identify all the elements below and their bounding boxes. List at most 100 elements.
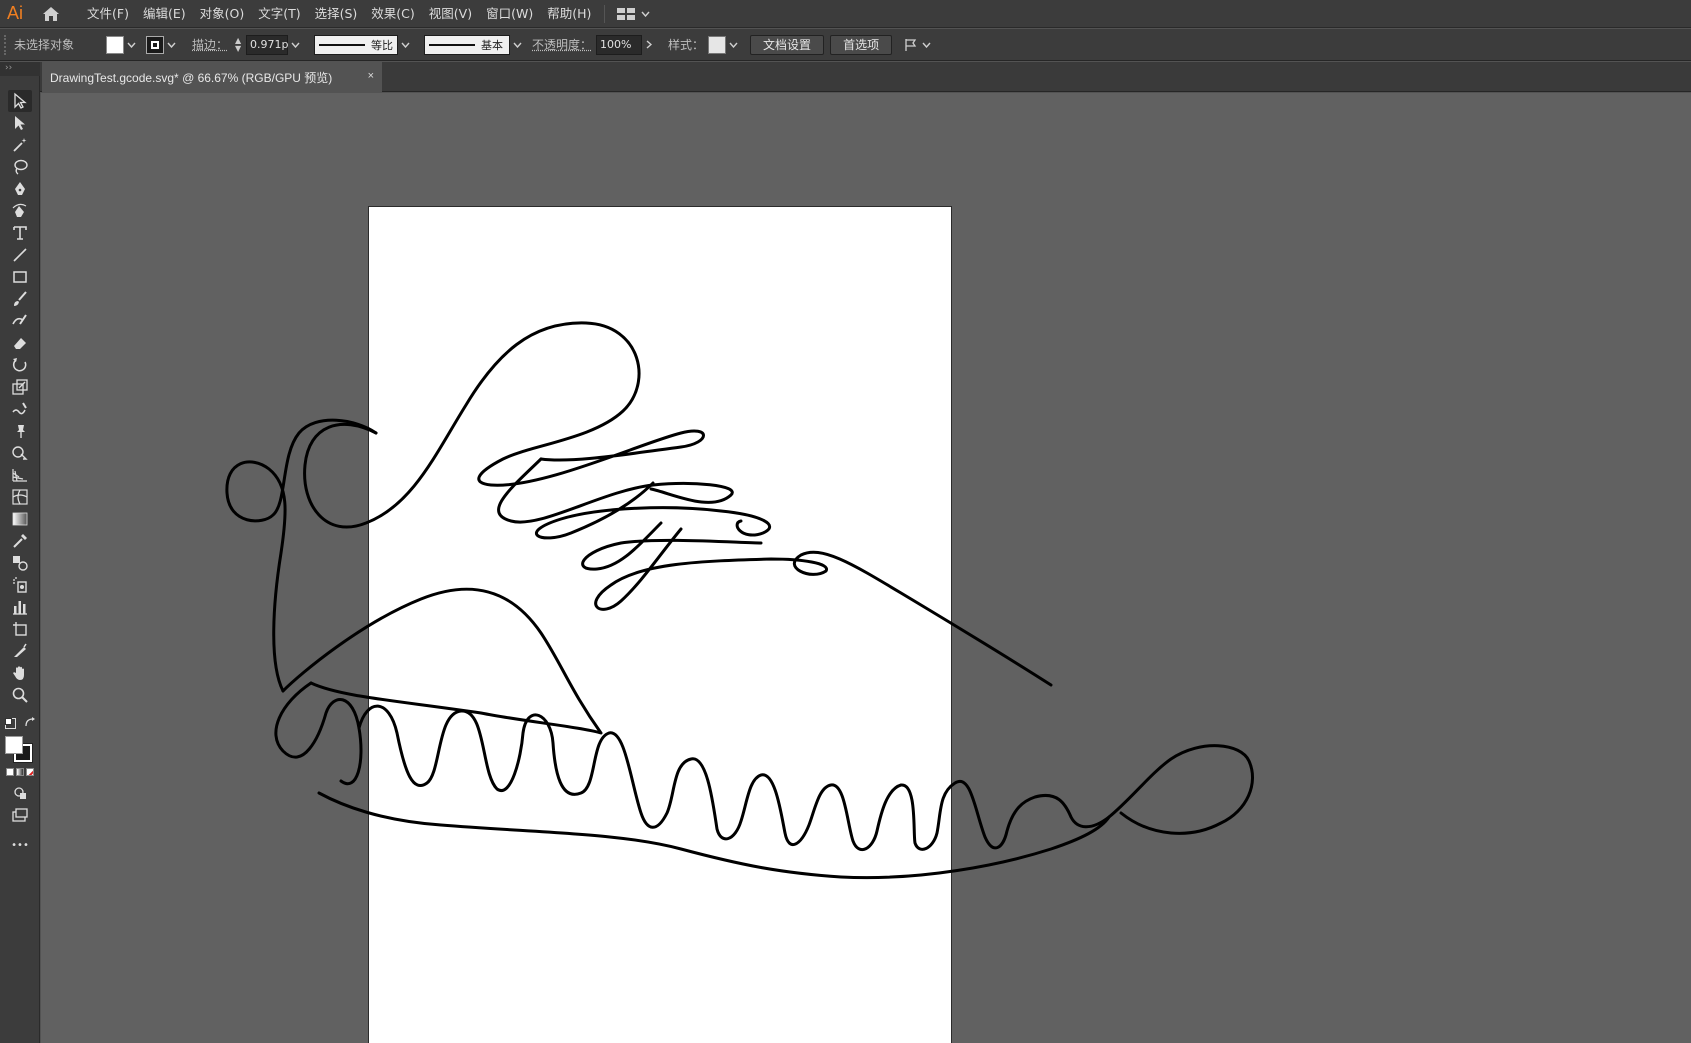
style-dropdown[interactable] xyxy=(726,36,740,54)
rotate-icon xyxy=(12,358,27,372)
type-icon xyxy=(13,226,27,240)
screen-mode-icon xyxy=(12,808,28,822)
gradient-tool[interactable] xyxy=(8,508,32,530)
menu-file[interactable]: 文件(F) xyxy=(80,0,136,28)
rotate-tool[interactable] xyxy=(8,354,32,376)
stroke-swatch[interactable] xyxy=(146,35,164,54)
color-mode-button[interactable] xyxy=(6,768,14,776)
toolbar-collapse-toggle[interactable]: ›› xyxy=(0,62,40,76)
preferences-button[interactable]: 首选项 xyxy=(830,34,893,55)
brush-label: 基本 xyxy=(481,38,504,52)
shape-builder-tool[interactable] xyxy=(8,442,32,464)
lace-4-path[interactable] xyxy=(594,527,1053,687)
graphic-style-swatch[interactable] xyxy=(708,35,727,54)
symbol-sprayer-tool[interactable] xyxy=(8,574,32,596)
arrange-documents-button[interactable] xyxy=(902,36,932,54)
eyedropper-tool[interactable] xyxy=(8,530,32,552)
magic-wand-tool[interactable] xyxy=(8,134,32,156)
pen-icon xyxy=(15,182,25,195)
rectangle-icon xyxy=(13,271,27,283)
variable-width-profile[interactable]: 等比 xyxy=(314,34,399,55)
stroke-weight-stepper[interactable]: ▲ ▼ xyxy=(232,35,244,55)
lasso-tool[interactable] xyxy=(8,156,32,178)
scale-tool[interactable] xyxy=(8,376,32,398)
shape-builder-icon xyxy=(12,446,28,460)
opacity-input[interactable]: 100% xyxy=(596,34,643,55)
direct-selection-tool[interactable] xyxy=(8,112,32,134)
document-tab[interactable]: DrawingTest.gcode.svg* @ 66.67% (RGB/GPU… xyxy=(42,62,382,92)
outer-heel-loop-path[interactable] xyxy=(225,418,378,693)
selection-tool[interactable] xyxy=(8,90,32,112)
menu-bar: Ai 文件(F) 编辑(E) 对象(O) 文字(T) 选择(S) 效果(C) 视… xyxy=(0,0,1691,28)
menu-select[interactable]: 选择(S) xyxy=(308,0,365,28)
stroke-weight-label[interactable]: 描边： xyxy=(192,36,228,53)
workspace-switcher[interactable] xyxy=(611,0,656,28)
draw-normal-icon xyxy=(14,787,26,799)
sneaker-line-drawing[interactable] xyxy=(41,93,1691,1043)
chevron-down-icon xyxy=(512,42,522,48)
selection-status: 未选择对象 xyxy=(14,38,75,52)
rectangle-tool[interactable] xyxy=(8,266,32,288)
toe-cap-path[interactable] xyxy=(281,587,603,735)
swap-colors-icon[interactable] xyxy=(24,716,36,728)
selection-arrow-icon xyxy=(14,92,27,109)
lace-3-path[interactable] xyxy=(581,521,763,571)
fill-dropdown[interactable] xyxy=(124,36,138,54)
shaper-tool[interactable] xyxy=(8,310,32,332)
default-colors-icon[interactable] xyxy=(5,718,16,729)
fill-color-box[interactable] xyxy=(5,736,23,754)
shaper-icon xyxy=(12,314,27,325)
toe-outline-path[interactable] xyxy=(274,681,363,785)
menu-help[interactable]: 帮助(H) xyxy=(540,0,598,28)
draw-mode-button[interactable] xyxy=(8,782,32,804)
paintbrush-icon xyxy=(14,291,27,306)
canvas-area[interactable] xyxy=(41,93,1691,1043)
menu-effect[interactable]: 效果(C) xyxy=(364,0,421,28)
slice-tool[interactable] xyxy=(8,640,32,662)
menu-object[interactable]: 对象(O) xyxy=(193,0,252,28)
perspective-grid-tool[interactable] xyxy=(8,464,32,486)
fill-swatch[interactable] xyxy=(106,35,124,54)
opacity-label[interactable]: 不透明度： xyxy=(532,36,592,53)
hand-tool[interactable] xyxy=(8,662,32,684)
pen-tool[interactable] xyxy=(8,178,32,200)
eraser-tool[interactable] xyxy=(8,332,32,354)
scale-icon xyxy=(12,379,28,395)
home-button[interactable] xyxy=(36,0,66,28)
opacity-expand[interactable] xyxy=(642,36,656,54)
puppet-warp-tool[interactable] xyxy=(8,420,32,442)
style-label: 样式： xyxy=(668,38,705,52)
chevron-down-icon xyxy=(126,42,136,48)
close-icon[interactable]: × xyxy=(368,70,374,82)
gradient-mode-button[interactable] xyxy=(16,768,24,776)
stroke-weight-dropdown[interactable] xyxy=(288,36,302,54)
blend-tool[interactable] xyxy=(8,552,32,574)
menu-type[interactable]: 文字(T) xyxy=(251,0,307,28)
artboard-tool[interactable] xyxy=(8,618,32,640)
brush-dropdown[interactable] xyxy=(510,36,524,54)
paintbrush-tool[interactable] xyxy=(8,288,32,310)
stroke-weight-value: 0.971 xyxy=(250,37,282,51)
menu-view[interactable]: 视图(V) xyxy=(422,0,479,28)
column-graph-tool[interactable] xyxy=(8,596,32,618)
brush-definition[interactable]: 基本 xyxy=(424,34,511,55)
blend-icon xyxy=(13,556,28,571)
hand-icon xyxy=(13,666,24,680)
stroke-color-dropdown[interactable] xyxy=(164,36,178,54)
curvature-tool[interactable] xyxy=(8,200,32,222)
none-mode-button[interactable] xyxy=(26,768,34,776)
warp-tool[interactable] xyxy=(8,398,32,420)
document-setup-button[interactable]: 文档设置 xyxy=(750,34,825,55)
type-tool[interactable] xyxy=(8,222,32,244)
screen-mode-button[interactable] xyxy=(8,804,32,826)
color-mode-buttons xyxy=(6,768,34,777)
line-tool[interactable] xyxy=(8,244,32,266)
profile-dropdown[interactable] xyxy=(398,36,412,54)
stroke-weight-input[interactable]: 0.971 p xyxy=(246,34,289,55)
edit-toolbar-button[interactable]: ••• xyxy=(8,834,32,856)
zoom-tool[interactable] xyxy=(8,684,32,706)
control-bar: 未选择对象 描边： ▲ ▼ 0.971 p 等比 基本 不透明度： 100% 样式： xyxy=(0,29,1691,61)
mesh-tool[interactable] xyxy=(8,486,32,508)
menu-edit[interactable]: 编辑(E) xyxy=(136,0,193,28)
menu-window[interactable]: 窗口(W) xyxy=(479,0,540,28)
